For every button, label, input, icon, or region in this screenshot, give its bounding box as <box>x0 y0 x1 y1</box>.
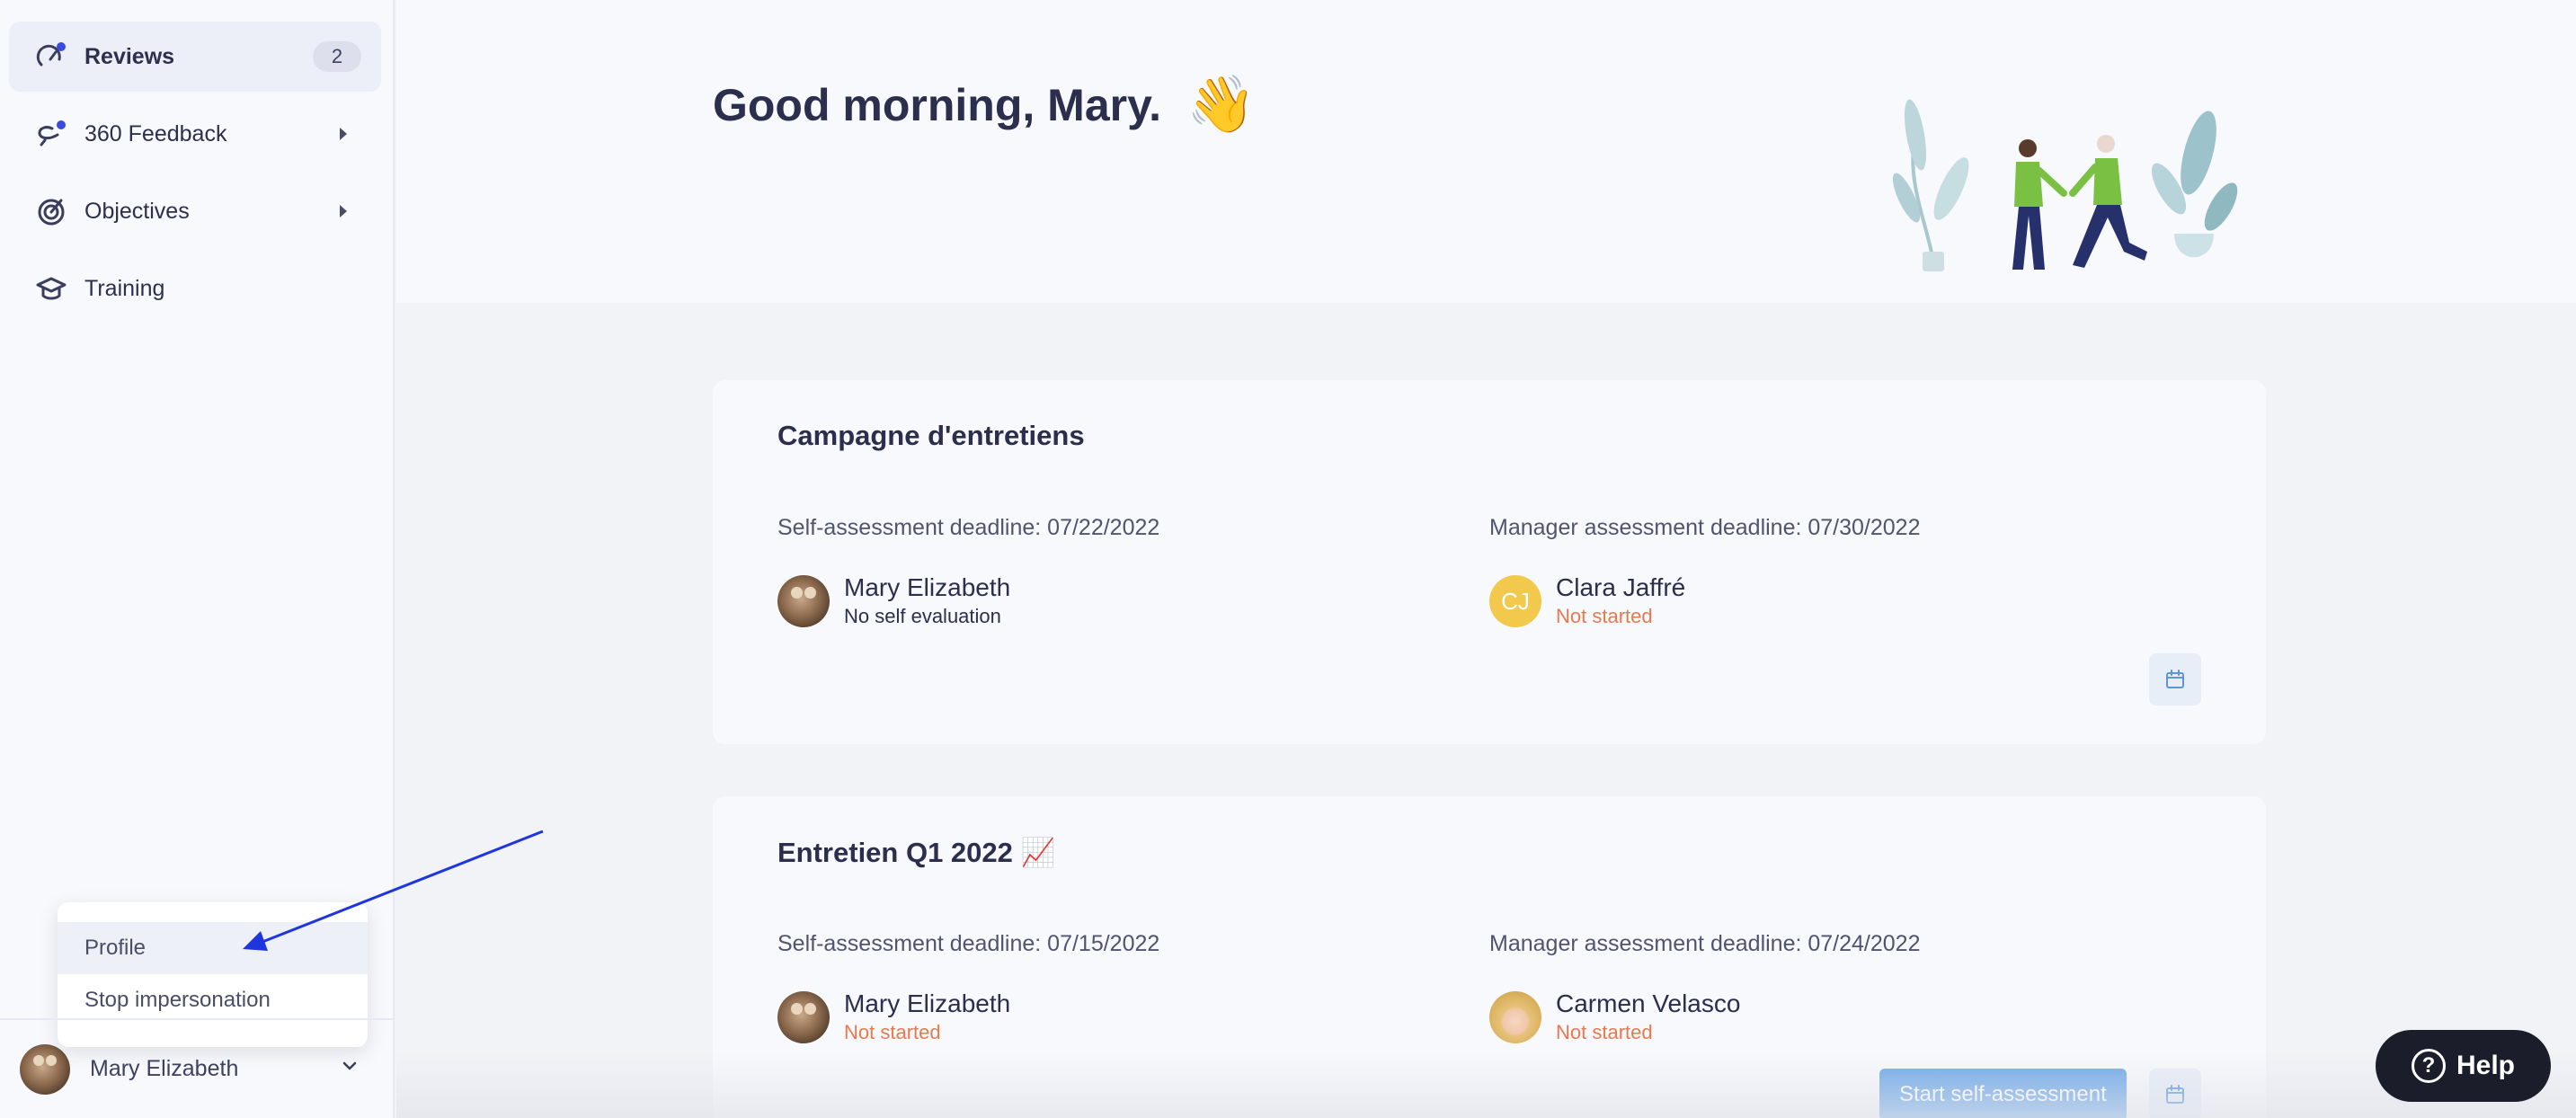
greeting-header: Good morning, Mary. 👋 <box>396 0 2576 303</box>
calendar-button[interactable] <box>2149 653 2201 705</box>
self-assessment-deadline: Self-assessment deadline: 07/22/2022 <box>777 515 1160 540</box>
caret-right-icon <box>340 205 347 217</box>
sidebar-item-training[interactable]: Training <box>9 253 381 324</box>
user-account-toggle[interactable]: Mary Elizabeth <box>0 1018 393 1118</box>
employee-name: Mary Elizabeth <box>844 989 1011 1017</box>
walking-people-illustration <box>1892 99 2238 271</box>
graduation-cap-icon <box>36 277 67 300</box>
avatar <box>1489 991 1541 1043</box>
caret-right-icon <box>340 128 347 140</box>
feedback-loop-icon <box>38 120 66 146</box>
greeting-text: Good morning, Mary. <box>713 79 1162 130</box>
calendar-icon <box>2166 1085 2184 1104</box>
manager-name: Carmen Velasco <box>1556 989 1741 1017</box>
manager-assessment-status: Carmen Velasco Not started <box>1489 989 1740 1046</box>
employee-assessment-status: Mary Elizabeth Not started <box>777 989 1010 1046</box>
review-card: Campagne d'entretiens Self-assessment de… <box>713 380 2266 744</box>
employee-status: Not started <box>844 1021 941 1043</box>
current-user-name: Mary Elizabeth <box>90 1056 239 1081</box>
review-campaign-title: Entretien Q1 2022 📈 <box>777 837 1056 868</box>
gauge-icon <box>36 42 66 67</box>
review-card: Entretien Q1 2022 📈 Self-assessment dead… <box>713 796 2266 1118</box>
manager-status: Not started <box>1556 605 1653 627</box>
avatar <box>20 1043 70 1095</box>
employee-status: No self evaluation <box>844 605 1001 627</box>
self-assessment-deadline: Self-assessment deadline: 07/15/2022 <box>777 931 1160 956</box>
chevron-down-icon[interactable] <box>342 1059 357 1073</box>
avatar <box>777 575 830 627</box>
sidebar-item-label: Reviews <box>84 43 175 69</box>
manager-assessment-status: CJ Clara Jaffré Not started <box>1489 572 1685 630</box>
question-mark-icon: ? <box>2411 1049 2446 1083</box>
avatar <box>777 991 830 1043</box>
manager-name: Clara Jaffré <box>1556 573 1686 601</box>
employee-assessment-status: Mary Elizabeth No self evaluation <box>777 572 1010 630</box>
review-campaign-title: Campagne d'entretiens <box>777 420 1085 451</box>
calendar-button[interactable] <box>2149 1069 2201 1118</box>
target-icon <box>38 199 65 226</box>
manager-assessment-deadline: Manager assessment deadline: 07/24/2022 <box>1489 931 1921 956</box>
help-button[interactable]: ? Help <box>2376 1030 2551 1102</box>
sidebar-item-label: 360 Feedback <box>84 120 227 146</box>
help-label: Help <box>2456 1051 2515 1080</box>
avatar: CJ <box>1489 575 1541 627</box>
sidebar: Reviews 2 360 Feedback Objectives Traini… <box>0 0 395 1118</box>
sidebar-item-reviews[interactable]: Reviews 2 <box>9 22 381 92</box>
sidebar-item-360-feedback[interactable]: 360 Feedback <box>9 99 381 169</box>
profile-menu-item[interactable]: Profile <box>58 922 368 974</box>
reviews-count-badge: 2 <box>313 41 361 72</box>
sidebar-item-label: Objectives <box>84 198 190 224</box>
employee-name: Mary Elizabeth <box>844 573 1011 601</box>
calendar-icon <box>2166 670 2184 688</box>
start-self-assessment-button[interactable]: Start self-assessment <box>1879 1069 2127 1118</box>
sidebar-item-objectives[interactable]: Objectives <box>9 176 381 246</box>
sidebar-item-label: Training <box>84 275 165 301</box>
page-title: Good morning, Mary. 👋 <box>713 72 1256 138</box>
waving-hand-emoji: 👋 <box>1186 74 1257 136</box>
manager-status: Not started <box>1556 1021 1653 1043</box>
manager-assessment-deadline: Manager assessment deadline: 07/30/2022 <box>1489 515 1921 540</box>
